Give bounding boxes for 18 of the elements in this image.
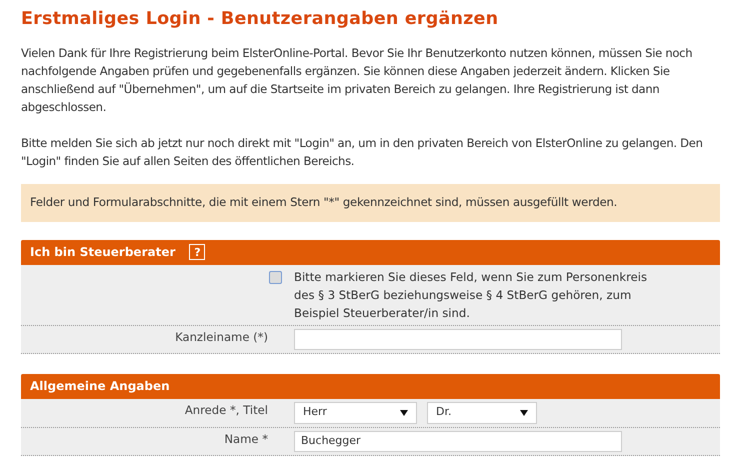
- dropdown-arrow-icon: [520, 408, 528, 417]
- section-title: Ich bin Steuerberater: [30, 244, 176, 262]
- field-label: Kanzleiname (*): [174, 328, 269, 346]
- info-paragraph: Bitte melden Sie sich ab jetzt nur noch direkt mit "Login" an, um in den privaten Bereich von ElsterOnline zu gelangen. Den "Login" finden Sie auf allen Seiten des öffentlichen Bereichs.: [21, 135, 704, 170]
- dropdown[interactable]: Dr.: [427, 402, 537, 424]
- help-button[interactable]: ?: [189, 244, 206, 260]
- dropdown[interactable]: Herr: [294, 402, 417, 424]
- page-title: Erstmaliges Login - Benutzerangaben ergänzen: [21, 8, 500, 31]
- text-field[interactable]: Buchegger: [294, 430, 622, 452]
- checkbox-description: Bitte markieren Sie dieses Feld, wenn Sie zum Personenkreis des § 3 StBerG beziehungsweise § 4 StBerG gehören, zum Beispiel Steuerberater/in sind.: [294, 268, 648, 322]
- required-fields-notice: Felder und Formularabschnitte, die mit einem Stern "*" gekennzeichnet sind, müssen ausgefüllt werden.: [21, 184, 720, 222]
- checkbox[interactable]: [269, 270, 282, 284]
- dropdown-arrow-icon: [400, 408, 408, 417]
- field-label: Anrede *, Titel: [184, 402, 269, 419]
- text-field[interactable]: [294, 328, 622, 350]
- info-paragraph: Vielen Dank für Ihre Registrierung beim ElsterOnline-Portal. Bevor Sie Ihr Benutzerkonto nutzen können, müssen Sie noch nachfolgende Angaben prüfen und gegebenenfalls ergänzen. Sie können diese Angaben jederzeit ändern. Klicken Sie anschließend auf "Übernehmen", um auf die Startseite im privaten Bereich zu gelangen. Ihre Registrierung ist dann abgeschlossen.: [21, 45, 694, 116]
- field-label: Name *: [223, 430, 269, 448]
- section-title: Allgemeine Angaben: [30, 378, 170, 396]
